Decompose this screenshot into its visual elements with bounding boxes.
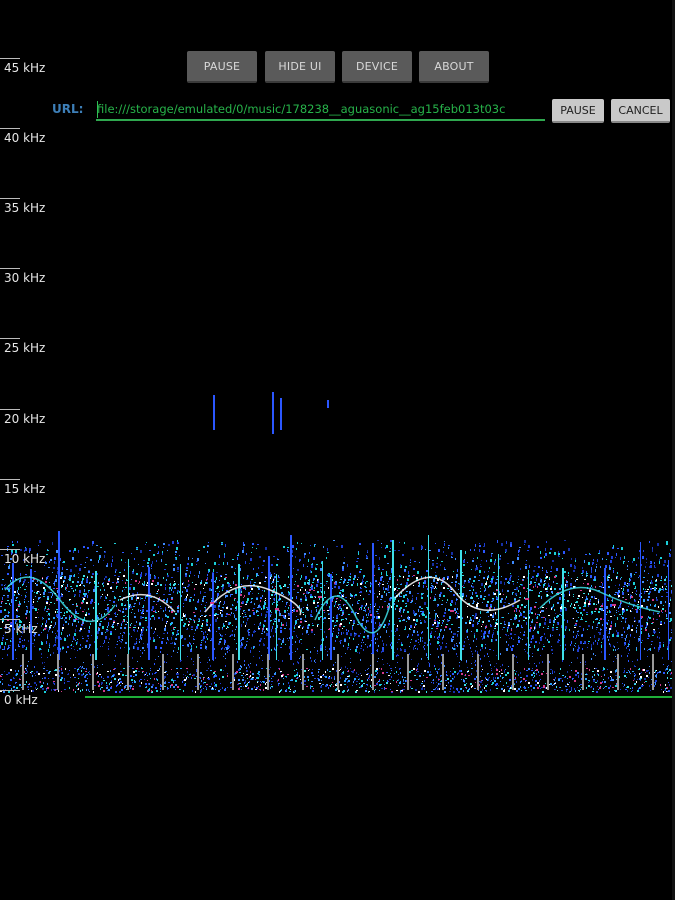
url-label: URL: — [52, 102, 84, 116]
freq-label-5: 5 kHz — [4, 622, 38, 636]
hide-ui-button[interactable]: HIDE UI — [265, 51, 335, 83]
url-cancel-button[interactable]: CANCEL — [611, 99, 670, 123]
freq-label-25: 25 kHz — [4, 341, 46, 355]
spectrogram-screen: 45 kHz 40 kHz 35 kHz 30 kHz 25 kHz 20 kH… — [0, 0, 675, 900]
freq-tick — [0, 128, 20, 129]
freq-tick — [0, 549, 20, 550]
freq-tick — [0, 268, 20, 269]
freq-tick — [0, 58, 20, 59]
spectrogram-canvas — [0, 392, 673, 698]
freq-label-0: 0 kHz — [4, 693, 38, 707]
freq-label-10: 10 kHz — [4, 552, 46, 566]
spectrogram-marks — [0, 392, 673, 693]
freq-label-45: 45 kHz — [4, 61, 46, 75]
freq-tick — [0, 198, 20, 199]
freq-tick — [0, 479, 20, 480]
freq-tick — [0, 338, 20, 339]
freq-label-30: 30 kHz — [4, 271, 46, 285]
freq-tick — [0, 409, 20, 410]
freq-tick — [0, 690, 20, 691]
freq-tick — [0, 619, 20, 620]
about-button[interactable]: ABOUT — [419, 51, 489, 83]
freq-label-20: 20 kHz — [4, 412, 46, 426]
device-button[interactable]: DEVICE — [342, 51, 412, 83]
url-input[interactable] — [96, 99, 545, 121]
url-pause-button[interactable]: PAUSE — [552, 99, 604, 123]
freq-label-15: 15 kHz — [4, 482, 46, 496]
freq-label-40: 40 kHz — [4, 131, 46, 145]
freq-label-35: 35 kHz — [4, 201, 46, 215]
text-cursor — [97, 101, 98, 118]
pause-button[interactable]: PAUSE — [187, 51, 257, 83]
